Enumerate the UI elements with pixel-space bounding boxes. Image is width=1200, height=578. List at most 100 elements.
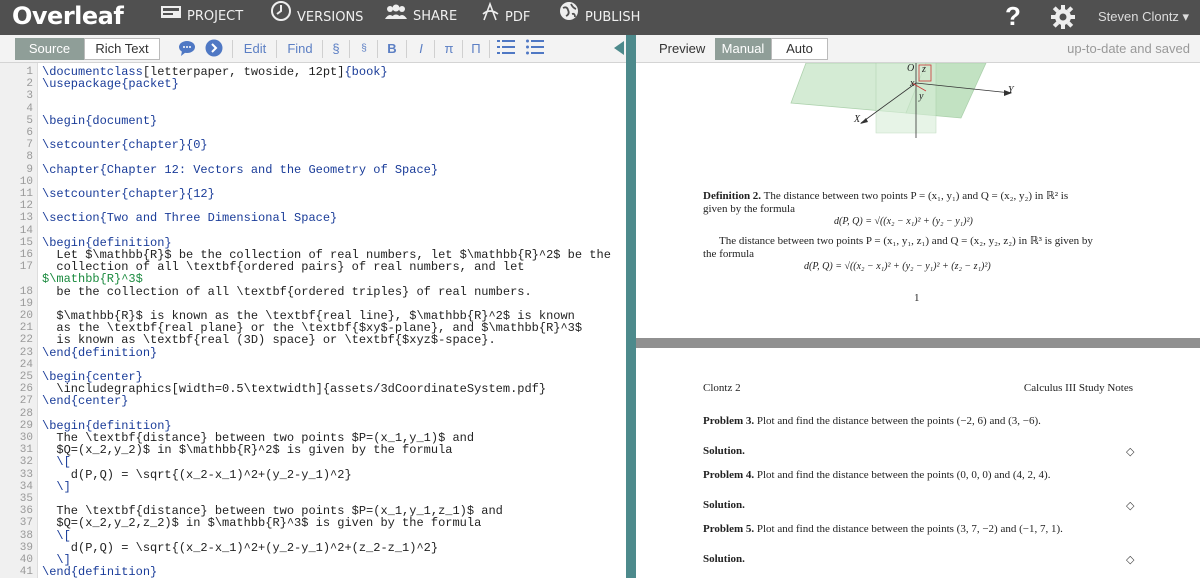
code-token: {Two and Three Dimensional Space} (99, 211, 338, 226)
code-line[interactable]: collection of all \textbf{ordered pairs}… (42, 261, 524, 273)
line-number: 27 (19, 395, 33, 408)
code-line[interactable]: \chapter{Chapter 12: Vectors and the Geo… (42, 164, 438, 176)
versions-button[interactable]: VERSIONS (270, 0, 363, 35)
manual-compile-button[interactable]: Manual (715, 38, 771, 60)
find-button[interactable]: Find (281, 39, 319, 59)
code-token: \section (42, 211, 100, 226)
line-number: 25 (19, 371, 33, 383)
edit-menu-button[interactable]: Edit (238, 39, 272, 59)
pane-splitter[interactable] (626, 35, 636, 578)
solution-label: Solution. (703, 553, 745, 565)
code-line[interactable]: $Q=(x_2,y_2)$ in $\mathbb{R}^2$ is given… (42, 444, 452, 456)
code-line[interactable]: \begin{definition} (42, 420, 172, 432)
share-button[interactable]: SHARE (384, 0, 457, 35)
line-number: 32 (19, 456, 33, 469)
bullet-list-icon[interactable] (525, 39, 545, 59)
code-line[interactable]: \[ (42, 456, 70, 468)
figure-label-y: y (919, 91, 924, 102)
code-line[interactable]: d(P,Q) = \sqrt{(x_2-x_1)^2+(y_2-y_1)^2+(… (42, 542, 438, 554)
code-line[interactable]: as the \textbf{real plane} or the \textb… (42, 322, 582, 334)
project-menu-button[interactable]: PROJECT (160, 0, 243, 35)
section-button[interactable]: § (327, 39, 345, 59)
italic-button[interactable]: I (412, 39, 430, 59)
line-number: 9 (26, 163, 33, 176)
gear-icon[interactable] (1050, 4, 1076, 33)
definition-2-text: The distance between two points P = (x₁,… (763, 190, 1069, 202)
code-line[interactable]: be the collection of all \textbf{ordered… (42, 284, 532, 299)
code-line[interactable]: \begin{definition} (42, 237, 172, 249)
project-icon (160, 0, 182, 33)
inline-math-button[interactable]: π (440, 39, 458, 59)
code-token: {chapter}{12} (121, 187, 215, 201)
figure-label-x: x (910, 78, 915, 89)
code-line[interactable]: Let $\mathbb{R}$ be the collection of re… (42, 249, 611, 261)
problem-5-label: Problem 5. (703, 523, 755, 535)
problem-5: Problem 5. Plot and find the distance be… (703, 523, 1063, 535)
code-token: \setcounter (42, 138, 122, 153)
code-editor[interactable]: 1 2 3 4 5 6 7 8 9 10 11 12 13 14 15 16 17 18 19 20 21 22 23 24 2… (0, 63, 626, 578)
code-line[interactable]: \includegraphics[width=0.5\textwidth]{as… (42, 383, 546, 395)
line-number: 11 (19, 188, 33, 200)
line-number: 16 (19, 249, 33, 261)
versions-label: VERSIONS (297, 10, 364, 25)
code-line[interactable]: \begin{center} (42, 371, 143, 383)
help-button[interactable]: ? (1005, 0, 1021, 33)
code-line[interactable]: \section{Two and Three Dimensional Space… (42, 212, 337, 224)
code-line[interactable]: \end{definition} (42, 566, 157, 578)
toolbar-divider (349, 40, 350, 58)
line-number: 21 (19, 322, 33, 335)
auto-compile-button[interactable]: Auto (771, 38, 828, 60)
code-line[interactable]: \setcounter{chapter}{0} (42, 139, 208, 151)
code-line[interactable]: \] (42, 554, 70, 566)
problem-4-text: Plot and find the distance between the p… (756, 469, 1051, 481)
display-math-button[interactable]: Π (467, 39, 485, 59)
code-line[interactable]: $Q=(x_2,y_2,z_2)$ in $\mathbb{R}^3$ is g… (42, 517, 481, 529)
code-line[interactable]: \end{definition} (42, 347, 157, 359)
code-line[interactable]: \usepackage{packet} (42, 78, 179, 90)
code-line[interactable]: d(P,Q) = \sqrt{(x_2-x_1)^2+(y_2-y_1)^2} (42, 469, 352, 481)
line-number: 14 (19, 224, 33, 237)
distance-formula-2d: d(P, Q) = √((x₂ − x₁)² + (y₂ − y₁)²) (834, 216, 973, 227)
figure-label-origin: O (907, 63, 915, 74)
qed-icon: ◇ (1126, 500, 1135, 512)
code-line[interactable]: \documentclass[letterpaper, twoside, 12p… (42, 66, 388, 78)
save-status: up-to-date and saved (1067, 41, 1190, 56)
code-token: \setcounter (42, 187, 122, 201)
editor-toolbar: Source Rich Text Edit Find § § B I π Π (0, 35, 626, 63)
toolbar-divider (276, 40, 277, 58)
chevron-right-icon[interactable] (204, 39, 224, 59)
code-token: be the collection of all \textbf{ordered… (42, 284, 532, 299)
solution-label: Solution. (703, 499, 745, 511)
code-line[interactable]: \] (42, 481, 70, 493)
code-line[interactable]: \setcounter{chapter}{12} (42, 188, 215, 200)
problem-3-label: Problem 3. (703, 415, 755, 427)
user-menu[interactable]: Steven Clontz ▾ (1098, 0, 1189, 33)
code-line[interactable]: is known as \textbf{real (3D) space} or … (42, 334, 495, 346)
code-line[interactable]: The \textbf{distance} between two points… (42, 505, 502, 517)
page-separator (636, 338, 1200, 348)
line-number: 1 (26, 66, 33, 78)
source-mode-button[interactable]: Source (15, 38, 84, 60)
code-line[interactable]: \begin{document} (42, 115, 157, 127)
code-line[interactable]: $\mathbb{R}$ is known as the \textbf{rea… (42, 310, 575, 322)
code-token: {center} (70, 394, 129, 409)
bold-button[interactable]: B (383, 39, 401, 59)
overleaf-logo[interactable]: Overleaf (12, 2, 124, 30)
pdf-preview[interactable]: O z x y X Y Definition 2. The distance b… (636, 63, 1200, 578)
code-token: $Q=(x_2,y_2)$ in $\mathbb{R}^2$ is given… (42, 443, 453, 458)
code-line[interactable]: \[ (42, 530, 70, 542)
publish-button[interactable]: PUBLISH (558, 0, 640, 35)
code-token: {book} (344, 65, 388, 79)
comment-icon[interactable] (177, 39, 197, 59)
line-number: 40 (19, 554, 33, 566)
pdf-button[interactable]: PDF (480, 0, 530, 35)
rich-text-mode-button[interactable]: Rich Text (84, 38, 160, 60)
line-number: 20 (19, 310, 33, 322)
subsection-button[interactable]: § (355, 39, 373, 59)
pdf-label: PDF (505, 10, 531, 25)
coordinate-system-figure: O z x y X Y (786, 63, 1046, 138)
code-line[interactable]: $\mathbb{R}^3$ (42, 273, 143, 285)
code-line[interactable]: \end{center} (42, 395, 128, 407)
numbered-list-icon[interactable] (496, 39, 516, 59)
code-line[interactable]: The \textbf{distance} between two points… (42, 432, 474, 444)
